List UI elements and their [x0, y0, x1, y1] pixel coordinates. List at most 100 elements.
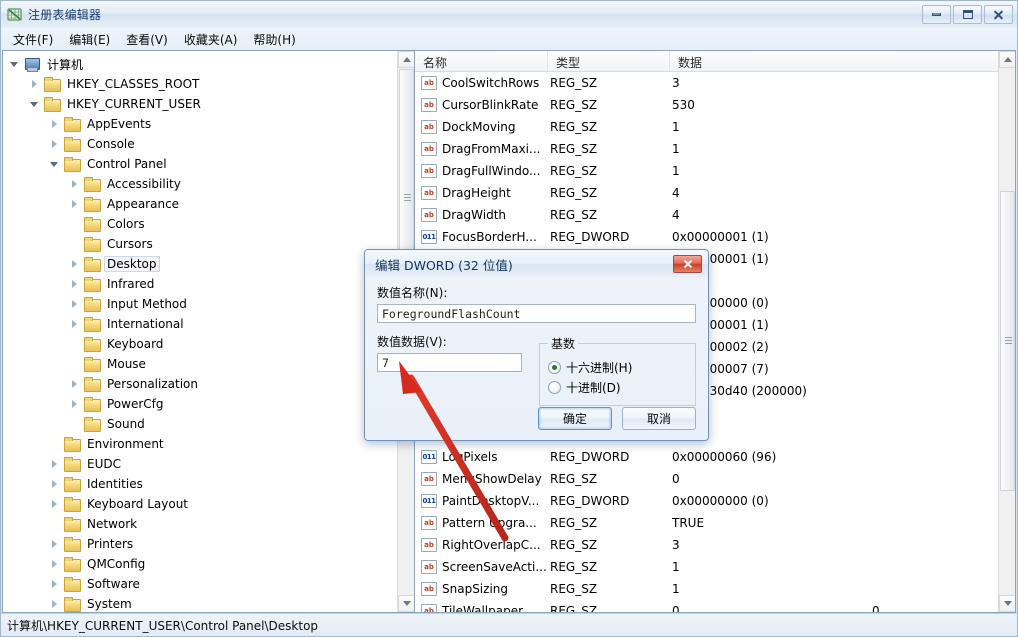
menu-view[interactable]: 查看(V)	[118, 29, 176, 50]
value-row[interactable]: abTileWallpaperREG_SZ000	[415, 600, 1015, 612]
tree-item-identities[interactable]: Identities	[3, 474, 396, 494]
tree-scroll-up-button[interactable]	[398, 51, 414, 68]
value-row[interactable]: 011 FocusBorderH... REG_DWORD 0x00000001 (1…	[415, 226, 1015, 248]
value-name-text: PaintDesktopV...	[442, 494, 540, 508]
column-header-type[interactable]: 类型	[548, 51, 670, 71]
tree-item-control-panel[interactable]: Control Panel	[3, 154, 396, 174]
tree-item-keyboard-layout[interactable]: Keyboard Layout	[3, 494, 396, 514]
tree-item-label: Personalization	[107, 377, 198, 391]
tree-item-hkey-classes-root[interactable]: HKEY_CLASSES_ROOT	[3, 74, 396, 94]
tree-item-printers[interactable]: Printers	[3, 534, 396, 554]
expand-arrow-icon[interactable]	[67, 316, 83, 332]
tree-item-accessibility[interactable]: Accessibility	[3, 174, 396, 194]
tree-item-international[interactable]: International	[3, 314, 396, 334]
expand-arrow-icon[interactable]	[47, 596, 63, 612]
tree-item-colors[interactable]: Colors	[3, 214, 396, 234]
tree-item-environment[interactable]: Environment	[3, 434, 396, 454]
tree-item-system[interactable]: System	[3, 594, 396, 612]
value-name-input[interactable]: ForegroundFlashCount	[377, 304, 696, 323]
collapse-arrow-icon[interactable]	[27, 96, 43, 112]
expand-arrow-icon[interactable]	[27, 76, 43, 92]
menu-edit[interactable]: 编辑(E)	[61, 29, 118, 50]
tree-item-console[interactable]: Console	[3, 134, 396, 154]
value-row[interactable]: ab MenuShowDelay REG_SZ 0	[415, 468, 1015, 490]
dialog-columns: 数值数据(V): 7 基数 十六进制(H) 十进制(D)	[377, 333, 696, 406]
tree-item-infrared[interactable]: Infrared	[3, 274, 396, 294]
tree-item-network[interactable]: Network	[3, 514, 396, 534]
value-row[interactable]: 011 PaintDesktopV... REG_DWORD 0x00000000 (…	[415, 490, 1015, 512]
tree-item-personalization[interactable]: Personalization	[3, 374, 396, 394]
column-header-name[interactable]: 名称	[415, 51, 548, 71]
value-row[interactable]: ab DragFullWindo... REG_SZ 1	[415, 160, 1015, 182]
values-scrollbar-thumb[interactable]	[1000, 191, 1015, 491]
radio-hexadecimal[interactable]: 十六进制(H)	[548, 359, 689, 376]
value-data-input[interactable]: 7	[377, 353, 522, 372]
column-header-data[interactable]: 数据	[670, 51, 1015, 71]
tree-item-[interactable]: 计算机	[3, 54, 396, 74]
collapse-arrow-icon[interactable]	[7, 56, 23, 72]
expand-arrow-icon[interactable]	[47, 576, 63, 592]
value-row[interactable]: 011 LogPixels REG_DWORD 0x00000060 (96)	[415, 446, 1015, 468]
value-row[interactable]: ab DragFromMaxi... REG_SZ 1	[415, 138, 1015, 160]
tree-item-appearance[interactable]: Appearance	[3, 194, 396, 214]
expand-arrow-icon[interactable]	[47, 476, 63, 492]
tree-item-powercfg[interactable]: PowerCfg	[3, 394, 396, 414]
tree-item-qmconfig[interactable]: QMConfig	[3, 554, 396, 574]
expand-arrow-icon[interactable]	[47, 536, 63, 552]
close-button[interactable]	[984, 5, 1013, 24]
tree-item-mouse[interactable]: Mouse	[3, 354, 396, 374]
expand-arrow-icon[interactable]	[47, 456, 63, 472]
expand-arrow-icon[interactable]	[47, 496, 63, 512]
tree-item-sound[interactable]: Sound	[3, 414, 396, 434]
tree-item-eudc[interactable]: EUDC	[3, 454, 396, 474]
value-row-name-cell: 011 FocusBorderH...	[415, 230, 548, 244]
value-name-text: DragFullWindo...	[442, 164, 541, 178]
tree-item-appevents[interactable]: AppEvents	[3, 114, 396, 134]
value-row[interactable]: ab ScreenSaveActi... REG_SZ 1	[415, 556, 1015, 578]
value-row[interactable]: ab SnapSizing REG_SZ 1	[415, 578, 1015, 600]
value-row-name-cell: ab Pattern Upgra...	[415, 516, 548, 530]
dialog-title: 编辑 DWORD (32 位值)	[375, 257, 513, 273]
value-row[interactable]: ab CoolSwitchRows REG_SZ 3	[415, 72, 1015, 94]
tree-item-desktop[interactable]: Desktop	[3, 254, 396, 274]
expand-arrow-icon[interactable]	[67, 396, 83, 412]
value-name-label: 数值名称(N):	[377, 286, 448, 300]
tree-item-software[interactable]: Software	[3, 574, 396, 594]
expand-arrow-icon[interactable]	[67, 196, 83, 212]
expand-arrow-icon[interactable]	[67, 376, 83, 392]
expand-arrow-icon[interactable]	[47, 116, 63, 132]
tree-item-input-method[interactable]: Input Method	[3, 294, 396, 314]
expand-arrow-icon[interactable]	[47, 556, 63, 572]
menu-file[interactable]: 文件(F)	[5, 29, 61, 50]
dialog-close-button[interactable]	[673, 255, 702, 273]
value-row[interactable]: ab Pattern Upgra... REG_SZ TRUE	[415, 512, 1015, 534]
menu-help[interactable]: 帮助(H)	[245, 29, 303, 50]
expand-arrow-icon[interactable]	[67, 256, 83, 272]
values-vertical-scrollbar[interactable]	[998, 51, 1015, 612]
tree-item-keyboard[interactable]: Keyboard	[3, 334, 396, 354]
value-row[interactable]: ab CursorBlinkRate REG_SZ 530	[415, 94, 1015, 116]
expand-arrow-icon[interactable]	[67, 296, 83, 312]
value-row[interactable]: ab DragHeight REG_SZ 4	[415, 182, 1015, 204]
maximize-button[interactable]	[953, 5, 982, 24]
value-row[interactable]: ab DragWidth REG_SZ 4	[415, 204, 1015, 226]
values-scroll-up-button[interactable]	[999, 51, 1015, 68]
tree-scroll-down-button[interactable]	[398, 595, 414, 612]
expand-arrow-icon[interactable]	[67, 276, 83, 292]
value-row-name-cell: ab ScreenSaveActi...	[415, 560, 548, 574]
tree-item-cursors[interactable]: Cursors	[3, 234, 396, 254]
value-row[interactable]: ab RightOverlapC... REG_SZ 3	[415, 534, 1015, 556]
tree-item-hkey-current-user[interactable]: HKEY_CURRENT_USER	[3, 94, 396, 114]
value-row[interactable]: ab DockMoving REG_SZ 1	[415, 116, 1015, 138]
radio-decimal[interactable]: 十进制(D)	[548, 379, 689, 396]
collapse-arrow-icon[interactable]	[47, 156, 63, 172]
expand-arrow-icon[interactable]	[47, 136, 63, 152]
values-scroll-down-button[interactable]	[999, 595, 1015, 612]
cancel-button[interactable]: 取消	[622, 407, 696, 430]
folder-icon	[63, 537, 81, 552]
expand-arrow-icon[interactable]	[67, 176, 83, 192]
string-value-icon: ab	[421, 538, 437, 552]
minimize-button[interactable]	[922, 5, 951, 24]
ok-button[interactable]: 确定	[538, 407, 612, 430]
menu-favorites[interactable]: 收藏夹(A)	[176, 29, 246, 50]
